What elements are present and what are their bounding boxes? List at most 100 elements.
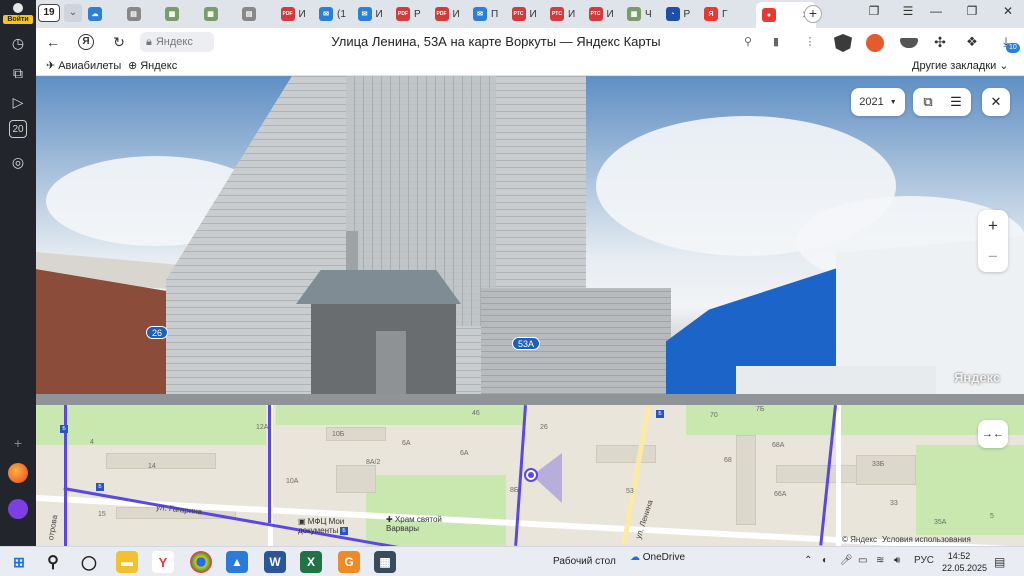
back-button[interactable]: ← xyxy=(44,33,62,51)
zoom-out-button[interactable]: − xyxy=(978,241,1008,272)
bookmarks-bar: ✈ Авиабилеты ⊕ Яндекс Другие закладки ⌄ xyxy=(36,56,1024,76)
address-bar-row: ← Я ↻ 🔒︎ Яндекс Улица Ленина, 53А на кар… xyxy=(36,28,1024,56)
tab-11[interactable]: РТС И xyxy=(511,4,537,24)
yandex-icon: Я xyxy=(704,7,718,21)
zoom-in-button[interactable]: + xyxy=(978,210,1008,241)
tab-9[interactable]: PDF И xyxy=(434,4,460,24)
folder-icon[interactable]: ▬ xyxy=(116,551,138,573)
volume-icon[interactable]: 🔊︎ xyxy=(894,555,900,566)
screenshot-icon[interactable]: ◎ xyxy=(6,150,30,174)
wifi-icon[interactable]: ≋ xyxy=(876,555,884,566)
restore-icon[interactable]: ❐ xyxy=(962,4,982,18)
more-icon[interactable]: ⋮ xyxy=(802,34,818,50)
reload-button[interactable]: ↻ xyxy=(110,33,128,51)
minimize-icon[interactable]: — xyxy=(926,4,946,18)
search-icon[interactable]: ⚲ xyxy=(42,551,64,573)
add-icon[interactable]: + xyxy=(6,431,30,455)
clock[interactable]: 14:52 22.05.2025 xyxy=(942,550,987,574)
bus-stop-icon[interactable]: Б xyxy=(96,483,104,491)
tab-counter[interactable]: 19 xyxy=(38,4,60,22)
poi-mfc[interactable]: ▣ МФЦ Мои документы xyxy=(298,517,358,535)
tray-arrow-icon[interactable]: ⌃ xyxy=(804,555,812,566)
counter-icon[interactable]: 20 xyxy=(9,120,27,138)
tab-5[interactable]: PDF И xyxy=(280,4,306,24)
login-button[interactable]: Войти xyxy=(3,2,33,24)
menu-icon[interactable]: ☰ xyxy=(942,88,970,116)
other-bookmarks[interactable]: Другие закладки ⌄ xyxy=(912,59,1009,73)
tab-7[interactable]: ✉ И xyxy=(357,4,383,24)
close-panorama-button[interactable]: ✕ xyxy=(982,88,1010,116)
mini-map[interactable]: 12А 10Б 6А 8А/2 6А 14 10А 8Б 53 46 26 68… xyxy=(36,405,1024,546)
bus-stop-icon[interactable]: Б xyxy=(340,527,348,535)
notifications-icon[interactable]: ▤ xyxy=(994,555,1005,569)
download-badge: 10 xyxy=(1006,43,1020,53)
tab-13[interactable]: РТС И xyxy=(588,4,614,24)
alice-icon[interactable] xyxy=(8,499,28,519)
house-badge[interactable]: 26 xyxy=(146,326,169,339)
chevron-down-icon: ⌄ xyxy=(999,60,1009,72)
share-icon[interactable]: ⧉ xyxy=(914,88,942,116)
hat-icon[interactable] xyxy=(900,38,918,48)
url-field[interactable]: 🔒︎ Яндекс xyxy=(140,32,214,52)
tab-0[interactable]: ☁ xyxy=(88,4,106,24)
tab-12[interactable]: РТС И xyxy=(550,4,575,24)
collapse-icon[interactable]: →← xyxy=(978,420,1008,448)
poi-church[interactable]: ✚ Храм святой Варвары xyxy=(386,515,476,533)
bus-stop-icon[interactable]: Б xyxy=(656,410,664,418)
year-select[interactable]: 2021 ▼ xyxy=(851,88,905,116)
terms-link[interactable]: Условия использования xyxy=(882,535,971,544)
yandex-browser-icon[interactable]: Y xyxy=(152,551,174,573)
app-icon[interactable]: G xyxy=(338,551,360,573)
calculator-icon[interactable]: ▦ xyxy=(374,551,396,573)
language-indicator[interactable]: РУС xyxy=(914,555,934,566)
rts-icon: РТС xyxy=(511,7,526,21)
windows-start-icon[interactable]: ⊞ xyxy=(8,551,30,573)
extensions-icon[interactable]: ❖ xyxy=(964,34,980,50)
yandex-logo-icon[interactable]: Я xyxy=(78,34,94,50)
street-panorama[interactable]: 26 53А 2021 ▼ ⧉ ☰ ✕ + − Яндекс xyxy=(36,76,1024,405)
zen-icon[interactable] xyxy=(8,463,28,483)
extension-badge-icon[interactable] xyxy=(866,34,884,52)
tab-strip: 19 ⌄ ☁ ▤ ▦ ▦ ▤ PDF И ✉ (1 ✉ И PDF Р PDF И ✉ П РТС И РТС И РТС… xyxy=(36,0,1024,28)
microphone-icon[interactable]: 🎤︎ xyxy=(840,555,853,566)
tab-14[interactable]: ▦ Ч xyxy=(627,4,652,24)
tab-2[interactable]: ▦ xyxy=(165,4,183,24)
tab-16[interactable]: ЯГ xyxy=(704,4,727,24)
bookmark-panel-icon[interactable]: ❐ xyxy=(864,4,884,18)
word-icon[interactable]: W xyxy=(264,551,286,573)
bus-stop-icon[interactable]: Б xyxy=(60,425,68,433)
tab-1[interactable]: ▤ xyxy=(126,4,145,24)
tab-4[interactable]: ▤ xyxy=(242,4,260,24)
tab-6[interactable]: ✉ (1 xyxy=(319,4,346,24)
bookmark-aviabilety[interactable]: ✈ Авиабилеты xyxy=(46,59,121,73)
house-badge[interactable]: 53А xyxy=(512,337,541,350)
onedrive-label[interactable]: ☁ OneDrive xyxy=(630,552,685,563)
excel-icon[interactable]: X xyxy=(300,551,322,573)
task-view-icon[interactable]: ◯ xyxy=(78,551,100,573)
accessibility-icon[interactable]: ◐ xyxy=(822,555,828,566)
menu-icon[interactable]: ☰ xyxy=(898,4,918,18)
usb-icon[interactable]: ▭ xyxy=(858,555,867,566)
tab-label: (1 xyxy=(337,8,346,20)
collections-icon[interactable]: ⧉ xyxy=(6,61,30,85)
tab-3[interactable]: ▦ xyxy=(203,4,222,24)
puzzle-icon[interactable]: ✣ xyxy=(932,34,948,50)
tab-label: И xyxy=(568,8,576,20)
tab-15[interactable]: ◔ Р xyxy=(665,4,690,24)
bookmark-yandex[interactable]: ⊕ Яндекс xyxy=(128,59,177,73)
shield-icon[interactable] xyxy=(834,34,852,52)
photos-icon[interactable]: ▲ xyxy=(226,551,248,573)
map-pin-icon: ● xyxy=(762,8,776,22)
chevron-down-icon[interactable]: ⌄ xyxy=(64,4,82,22)
video-icon[interactable]: ▷ xyxy=(6,90,30,114)
location-icon[interactable]: ⚲ xyxy=(740,34,756,50)
tab-10[interactable]: ✉ П xyxy=(473,4,498,24)
chrome-icon[interactable] xyxy=(190,551,212,573)
bookmark-icon[interactable]: ▮ xyxy=(768,34,784,50)
street-label: отрова xyxy=(46,514,60,541)
history-icon[interactable]: ◷ xyxy=(6,31,30,55)
tab-8[interactable]: PDF Р xyxy=(396,4,421,24)
window-close-icon[interactable]: ✕ xyxy=(998,4,1018,18)
new-tab-button[interactable]: + xyxy=(804,5,822,23)
desktop-label[interactable]: Рабочий стол xyxy=(553,556,616,567)
